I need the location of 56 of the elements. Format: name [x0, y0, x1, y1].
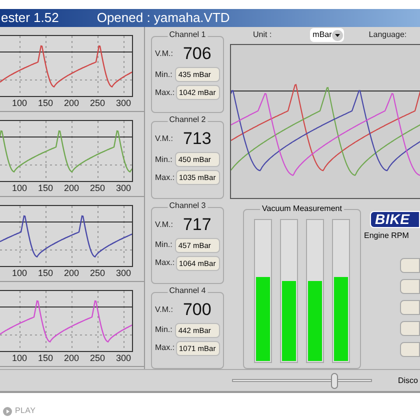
min-label: Min.: [155, 154, 172, 166]
rpm-button[interactable] [400, 342, 420, 357]
slider-thumb[interactable] [330, 373, 338, 389]
axis-label: 150 [38, 267, 54, 280]
play-icon[interactable] [3, 406, 12, 416]
axis-label: 150 [38, 352, 54, 365]
axis-label: 200 [64, 352, 79, 365]
vm-value: 700 [182, 300, 212, 320]
rpm-label: Engine RPM [364, 230, 410, 242]
channel-title: Channel 1 [167, 31, 208, 39]
vm-label: V.M.: [155, 218, 173, 230]
window-title: ester 1.52 [1, 9, 59, 28]
axis-label: 100 [12, 267, 28, 280]
min-label: Min.: [155, 239, 172, 251]
axis-label: 200 [64, 267, 79, 280]
axis-label: 250 [90, 97, 105, 110]
axis-label: 250 [90, 267, 105, 280]
vm-value: 713 [182, 129, 212, 150]
axis-label: 100 [12, 182, 28, 195]
disconnect-label: Disco [398, 374, 418, 386]
logo: BIKE [370, 211, 420, 228]
rpm-button[interactable] [400, 300, 420, 315]
channel-title: Channel 2 [167, 116, 208, 124]
language-label: Language: [368, 29, 407, 42]
axis-label: 300 [116, 267, 131, 280]
axis-label: 150 [38, 97, 54, 110]
unit-label: Unit : [253, 29, 272, 42]
rpm-button[interactable] [400, 279, 420, 294]
min-label: Min.: [155, 324, 172, 336]
vm-label: V.M.: [155, 304, 173, 316]
axis-label: 250 [90, 352, 105, 365]
vm-value: 717 [182, 214, 212, 234]
axis-label: 100 [12, 97, 28, 110]
channel-title: Channel 4 [167, 286, 208, 295]
rpm-button[interactable] [400, 321, 420, 336]
axis-label: 300 [116, 97, 131, 110]
rpm-button[interactable] [400, 258, 420, 273]
vm-value: 706 [182, 44, 212, 64]
vacuum-title: Vacuum Measurement [260, 205, 344, 213]
max-label: Max.: [155, 86, 173, 98]
channel-title: Channel 3 [167, 202, 208, 210]
max-label: Max.: [155, 342, 173, 354]
axis-label: 300 [116, 182, 131, 195]
axis-label: 200 [64, 182, 79, 195]
min-label: Min.: [155, 68, 172, 80]
file-name: Opened : yamaha.VTD [96, 9, 230, 28]
vm-label: V.M.: [155, 133, 173, 146]
axis-label: 200 [64, 97, 79, 110]
max-label: Max.: [155, 172, 173, 184]
axis-label: 300 [116, 352, 131, 365]
vm-label: V.M.: [155, 48, 173, 60]
axis-label: 250 [90, 182, 105, 195]
axis-label: 100 [12, 352, 28, 365]
unit-dropdown[interactable]: mBar [310, 28, 344, 42]
max-label: Max.: [155, 257, 173, 269]
axis-label: 150 [38, 182, 54, 195]
